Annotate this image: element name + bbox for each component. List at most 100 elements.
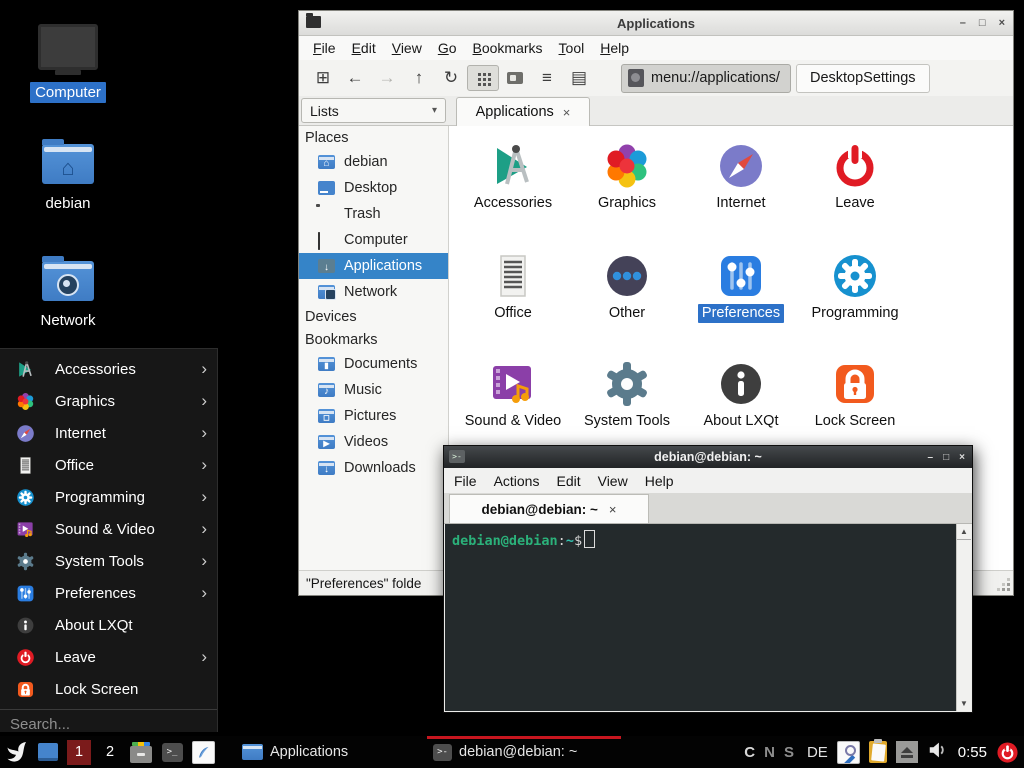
terminal-tab[interactable]: debian@debian: ~ × (449, 494, 649, 523)
task-applications[interactable]: Applications (236, 736, 408, 768)
app-internet[interactable]: Internet (685, 138, 797, 213)
maximize-button[interactable]: □ (943, 452, 949, 463)
sidebar-item-music[interactable]: ♪ Music (299, 377, 448, 403)
indicator-numlock[interactable]: N (764, 744, 775, 761)
menu-item-graphics[interactable]: Graphics › (0, 385, 217, 417)
forward-button[interactable]: → (371, 65, 403, 91)
menu-file[interactable]: File (305, 39, 344, 57)
clipboard-tray-icon[interactable] (869, 741, 887, 763)
detailed-view-button[interactable]: ▤ (563, 65, 595, 91)
path-segment-desktopsettings[interactable]: DesktopSettings (796, 64, 930, 93)
sidebar-item-trash[interactable]: Trash (299, 201, 448, 227)
app-other[interactable]: Other (571, 248, 683, 323)
app-lock-screen[interactable]: Lock Screen (799, 356, 911, 431)
terminal-output[interactable]: debian@debian:~$ (445, 524, 956, 711)
resize-grip[interactable] (1007, 588, 1010, 591)
menu-help[interactable]: Help (645, 472, 683, 490)
minimize-button[interactable]: – (928, 452, 934, 463)
menu-item-preferences[interactable]: Preferences › (0, 577, 217, 609)
sidebar-item-computer[interactable]: Computer (299, 227, 448, 253)
menu-item-system-tools[interactable]: System Tools › (0, 545, 217, 577)
menu-item-office[interactable]: Office › (0, 449, 217, 481)
scroll-up-icon[interactable]: ▲ (957, 527, 971, 540)
app-programming[interactable]: Programming (799, 248, 911, 323)
app-preferences[interactable]: Preferences (685, 248, 797, 323)
tab-applications[interactable]: Applications × (456, 97, 590, 126)
reload-button[interactable]: ↻ (435, 65, 467, 91)
menu-item-internet[interactable]: Internet › (0, 417, 217, 449)
close-button[interactable]: × (959, 452, 965, 463)
terminal-launcher[interactable]: >_ (160, 740, 184, 764)
scroll-down-icon[interactable]: ▼ (957, 699, 971, 708)
office-icon (489, 252, 537, 300)
desktop-icon-debian[interactable]: ⌂ debian (18, 138, 118, 214)
search-input[interactable] (8, 715, 202, 734)
menu-item-sound-video[interactable]: Sound & Video › (0, 513, 217, 545)
menu-item-programming[interactable]: Programming › (0, 481, 217, 513)
sidebar-item-desktop[interactable]: Desktop (299, 175, 448, 201)
sidebar-item-applications[interactable]: ↓ Applications (299, 253, 448, 279)
menu-search[interactable] (0, 709, 217, 739)
tab-close-icon[interactable]: × (609, 502, 617, 517)
app-system-tools[interactable]: System Tools (571, 356, 683, 431)
clock[interactable]: 0:55 (958, 744, 987, 761)
menu-edit[interactable]: Edit (344, 39, 384, 57)
terminal-scrollbar[interactable]: ▲ ▼ (956, 524, 971, 711)
workspace-2[interactable]: 2 (98, 740, 122, 765)
menu-item-accessories[interactable]: Accessories › (0, 353, 217, 385)
task-terminal[interactable]: >- debian@debian: ~ (427, 736, 621, 768)
show-desktop-button[interactable] (36, 740, 60, 764)
sidebar-item-debian[interactable]: ⌂ debian (299, 149, 448, 175)
sidebar-item-network[interactable]: Network (299, 279, 448, 305)
app-leave[interactable]: Leave (799, 138, 911, 213)
app-about-lxqt[interactable]: About LXQt (685, 356, 797, 431)
indicator-scrolllock[interactable]: S (784, 744, 794, 761)
sidebar-mode-select[interactable]: Lists ▾ (301, 98, 446, 123)
workspace-1[interactable]: 1 (67, 740, 91, 765)
thumbnail-view-button[interactable] (499, 65, 531, 91)
menu-tool[interactable]: Tool (551, 39, 593, 57)
new-tab-button[interactable]: ⊞ (307, 65, 339, 91)
terminal-titlebar[interactable]: >- debian@debian: ~ – □ × (444, 446, 972, 468)
menu-help[interactable]: Help (592, 39, 637, 57)
menu-file[interactable]: File (454, 472, 486, 490)
path-segment-applications[interactable]: menu://applications/ (621, 64, 791, 93)
compact-view-button[interactable]: ≡ (531, 65, 563, 91)
desktop-icon-computer[interactable]: Computer (18, 24, 118, 103)
desktop-icon-network[interactable]: Network (18, 255, 118, 331)
menu-view[interactable]: View (384, 39, 430, 57)
sidebar-item-videos[interactable]: ▶ Videos (299, 429, 448, 455)
sidebar-item-downloads[interactable]: ↓ Downloads (299, 455, 448, 481)
maximize-button[interactable]: □ (979, 17, 986, 29)
app-accessories[interactable]: Accessories (457, 138, 569, 213)
tab-close-icon[interactable]: × (563, 105, 571, 120)
menu-view[interactable]: View (598, 472, 637, 490)
start-menu-button[interactable] (5, 740, 29, 764)
sidebar-item-pictures[interactable]: ◻ Pictures (299, 403, 448, 429)
app-sound-video[interactable]: Sound & Video (457, 356, 569, 431)
app-office[interactable]: Office (457, 248, 569, 323)
indicator-capslock[interactable]: C (744, 744, 755, 761)
up-button[interactable]: ↑ (403, 65, 435, 91)
power-button[interactable] (996, 741, 1019, 764)
menu-actions[interactable]: Actions (494, 472, 549, 490)
menu-edit[interactable]: Edit (556, 472, 589, 490)
menu-go[interactable]: Go (430, 39, 465, 57)
keyboard-layout[interactable]: DE (807, 744, 828, 761)
back-button[interactable]: ← (339, 65, 371, 91)
eject-tray-icon[interactable] (896, 741, 918, 763)
menu-item-lock-screen[interactable]: Lock Screen (0, 673, 217, 705)
file-manager-launcher[interactable] (129, 740, 153, 764)
menu-item-about-lxqt[interactable]: About LXQt (0, 609, 217, 641)
sidebar-item-documents[interactable]: ▮ Documents (299, 351, 448, 377)
menu-bookmarks[interactable]: Bookmarks (465, 39, 551, 57)
close-button[interactable]: × (999, 17, 1005, 29)
fm-titlebar[interactable]: Applications – □ × (299, 11, 1013, 36)
app-graphics[interactable]: Graphics (571, 138, 683, 213)
minimize-button[interactable]: – (960, 17, 966, 29)
menu-item-leave[interactable]: Leave › (0, 641, 217, 673)
screenshot-tray-icon[interactable] (837, 741, 860, 764)
icon-view-button[interactable] (467, 65, 499, 91)
volume-icon[interactable] (927, 739, 949, 766)
editor-launcher[interactable] (191, 740, 215, 764)
